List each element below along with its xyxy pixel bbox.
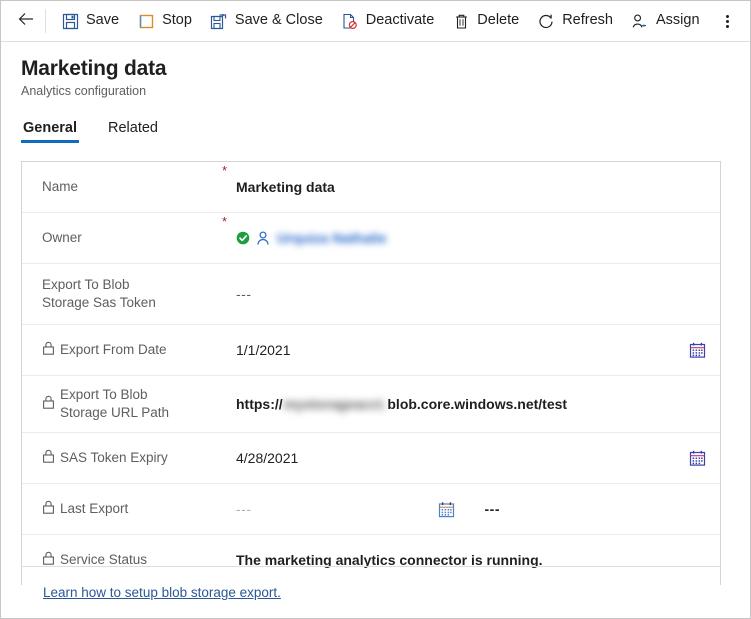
label-cell-last-export: Last Export <box>22 499 222 519</box>
url-prefix: https:// <box>236 396 283 412</box>
form-row-owner: Owner * Urquiza Nathalie <box>22 213 720 264</box>
field-value-last-export-date: --- <box>236 501 252 517</box>
refresh-icon <box>537 12 555 30</box>
lock-icon <box>42 395 55 414</box>
blob-storage-help-link[interactable]: Learn how to setup blob storage export. <box>43 585 281 600</box>
save-and-close-icon <box>210 12 228 30</box>
field-label-sas-token: Export To Blob Storage Sas Token <box>42 277 156 310</box>
command-bar-separator <box>45 9 46 33</box>
form-row-export-from-date: Export From Date 1/1/2021 <box>22 325 720 376</box>
url-suffix: blob.core.windows.net/test <box>387 396 568 412</box>
check-circle-icon <box>236 231 250 245</box>
label-cell-name: Name <box>22 178 222 196</box>
assign-button-label: Assign <box>655 12 700 29</box>
field-label-last-export: Last Export <box>60 501 129 516</box>
label-cell-sas-token: Export To Blob Storage Sas Token <box>22 276 222 312</box>
lock-icon <box>42 341 55 360</box>
tab-list: General Related <box>1 115 750 143</box>
stop-button[interactable]: Stop <box>128 6 201 36</box>
label-cell-owner: Owner <box>22 229 222 247</box>
calendar-icon[interactable] <box>689 450 706 467</box>
value-cell-export-from-date[interactable]: 1/1/2021 <box>236 342 720 358</box>
save-and-close-button-label: Save & Close <box>234 12 323 29</box>
field-label-sas-token-expiry: SAS Token Expiry <box>60 450 168 465</box>
calendar-icon[interactable] <box>438 501 455 518</box>
deactivate-document-icon <box>341 12 359 30</box>
value-cell-last-export[interactable]: --- --- <box>236 501 720 518</box>
value-cell-sas-token-expiry[interactable]: 4/28/2021 <box>236 450 720 466</box>
form-row-export-to-blob-storage-url-path: Export To Blob Storage URL Path https://… <box>22 376 720 433</box>
tab-related[interactable]: Related <box>106 120 160 143</box>
save-button[interactable]: Save <box>52 6 128 36</box>
back-button[interactable] <box>9 6 43 36</box>
overflow-menu-icon <box>725 13 729 30</box>
label-cell-sas-token-expiry: SAS Token Expiry <box>22 448 222 468</box>
person-icon <box>255 230 271 246</box>
label-cell-export-from-date: Export From Date <box>22 340 222 360</box>
page-title: Marketing data <box>21 57 167 80</box>
form-row-name: Name * Marketing data <box>22 162 720 213</box>
form-row-export-to-blob-storage-sas-token: Export To Blob Storage Sas Token --- <box>22 264 720 325</box>
tab-general[interactable]: General <box>21 120 79 143</box>
footer-section: Learn how to setup blob storage export. <box>21 566 721 602</box>
field-label-owner: Owner <box>42 230 82 245</box>
record-form-page: Save Stop Save & Close Deactivate Delete… <box>0 0 751 619</box>
trash-icon <box>452 12 470 30</box>
lock-icon <box>42 449 55 468</box>
value-cell-name[interactable]: Marketing data <box>236 179 720 195</box>
field-label-export-from-date: Export From Date <box>60 342 167 357</box>
save-and-close-button[interactable]: Save & Close <box>201 6 332 36</box>
page-subtitle: Analytics configuration <box>21 84 147 98</box>
field-value-export-from-date: 1/1/2021 <box>236 342 291 358</box>
assign-button[interactable]: Assign <box>622 6 709 36</box>
owner-name-redacted: Urquiza Nathalie <box>277 230 387 246</box>
value-cell-sas-token[interactable]: --- <box>236 286 720 302</box>
assign-person-icon <box>631 12 649 30</box>
deactivate-button-label: Deactivate <box>365 12 435 29</box>
refresh-button[interactable]: Refresh <box>528 6 622 36</box>
overflow-menu-button[interactable] <box>714 6 740 36</box>
refresh-button-label: Refresh <box>562 12 613 29</box>
deactivate-button[interactable]: Deactivate <box>332 6 444 36</box>
delete-button-label: Delete <box>477 12 520 29</box>
command-bar: Save Stop Save & Close Deactivate Delete… <box>1 1 750 42</box>
field-value-last-export-time: --- <box>484 501 500 517</box>
field-value-sas-token: --- <box>236 286 252 302</box>
field-value-url-path: https:// mystorageacct. blob.core.window… <box>236 396 567 412</box>
delete-button[interactable]: Delete <box>443 6 528 36</box>
save-icon <box>61 12 79 30</box>
field-label-name: Name <box>42 179 79 194</box>
field-value-name: Marketing data <box>236 179 335 195</box>
required-indicator-name: * <box>222 163 228 178</box>
form-row-sas-token-expiry: SAS Token Expiry 4/28/2021 <box>22 433 720 484</box>
field-label-url-path: Export To Blob Storage URL Path <box>60 387 170 420</box>
tab-general-label: General <box>23 120 77 136</box>
record-header: Marketing data Analytics configuration <box>1 42 750 99</box>
value-cell-owner[interactable]: Urquiza Nathalie <box>236 230 720 246</box>
form-panel: Name * Marketing data Owner * Urquiza Na… <box>21 161 721 585</box>
tab-related-label: Related <box>108 120 158 136</box>
stop-button-label: Stop <box>162 12 192 29</box>
arrow-left-icon <box>17 10 35 33</box>
owner-lookup-value[interactable]: Urquiza Nathalie <box>236 230 387 246</box>
lock-icon <box>42 500 55 519</box>
field-value-sas-token-expiry: 4/28/2021 <box>236 450 299 466</box>
calendar-icon[interactable] <box>689 342 706 359</box>
stop-square-icon <box>137 12 155 30</box>
value-cell-url-path[interactable]: https:// mystorageacct. blob.core.window… <box>236 396 720 412</box>
url-redacted-segment: mystorageacct. <box>283 396 387 412</box>
form-row-last-export: Last Export --- --- <box>22 484 720 535</box>
label-cell-url-path: Export To Blob Storage URL Path <box>22 386 222 422</box>
required-indicator-owner: * <box>222 214 228 229</box>
save-button-label: Save <box>86 12 120 29</box>
